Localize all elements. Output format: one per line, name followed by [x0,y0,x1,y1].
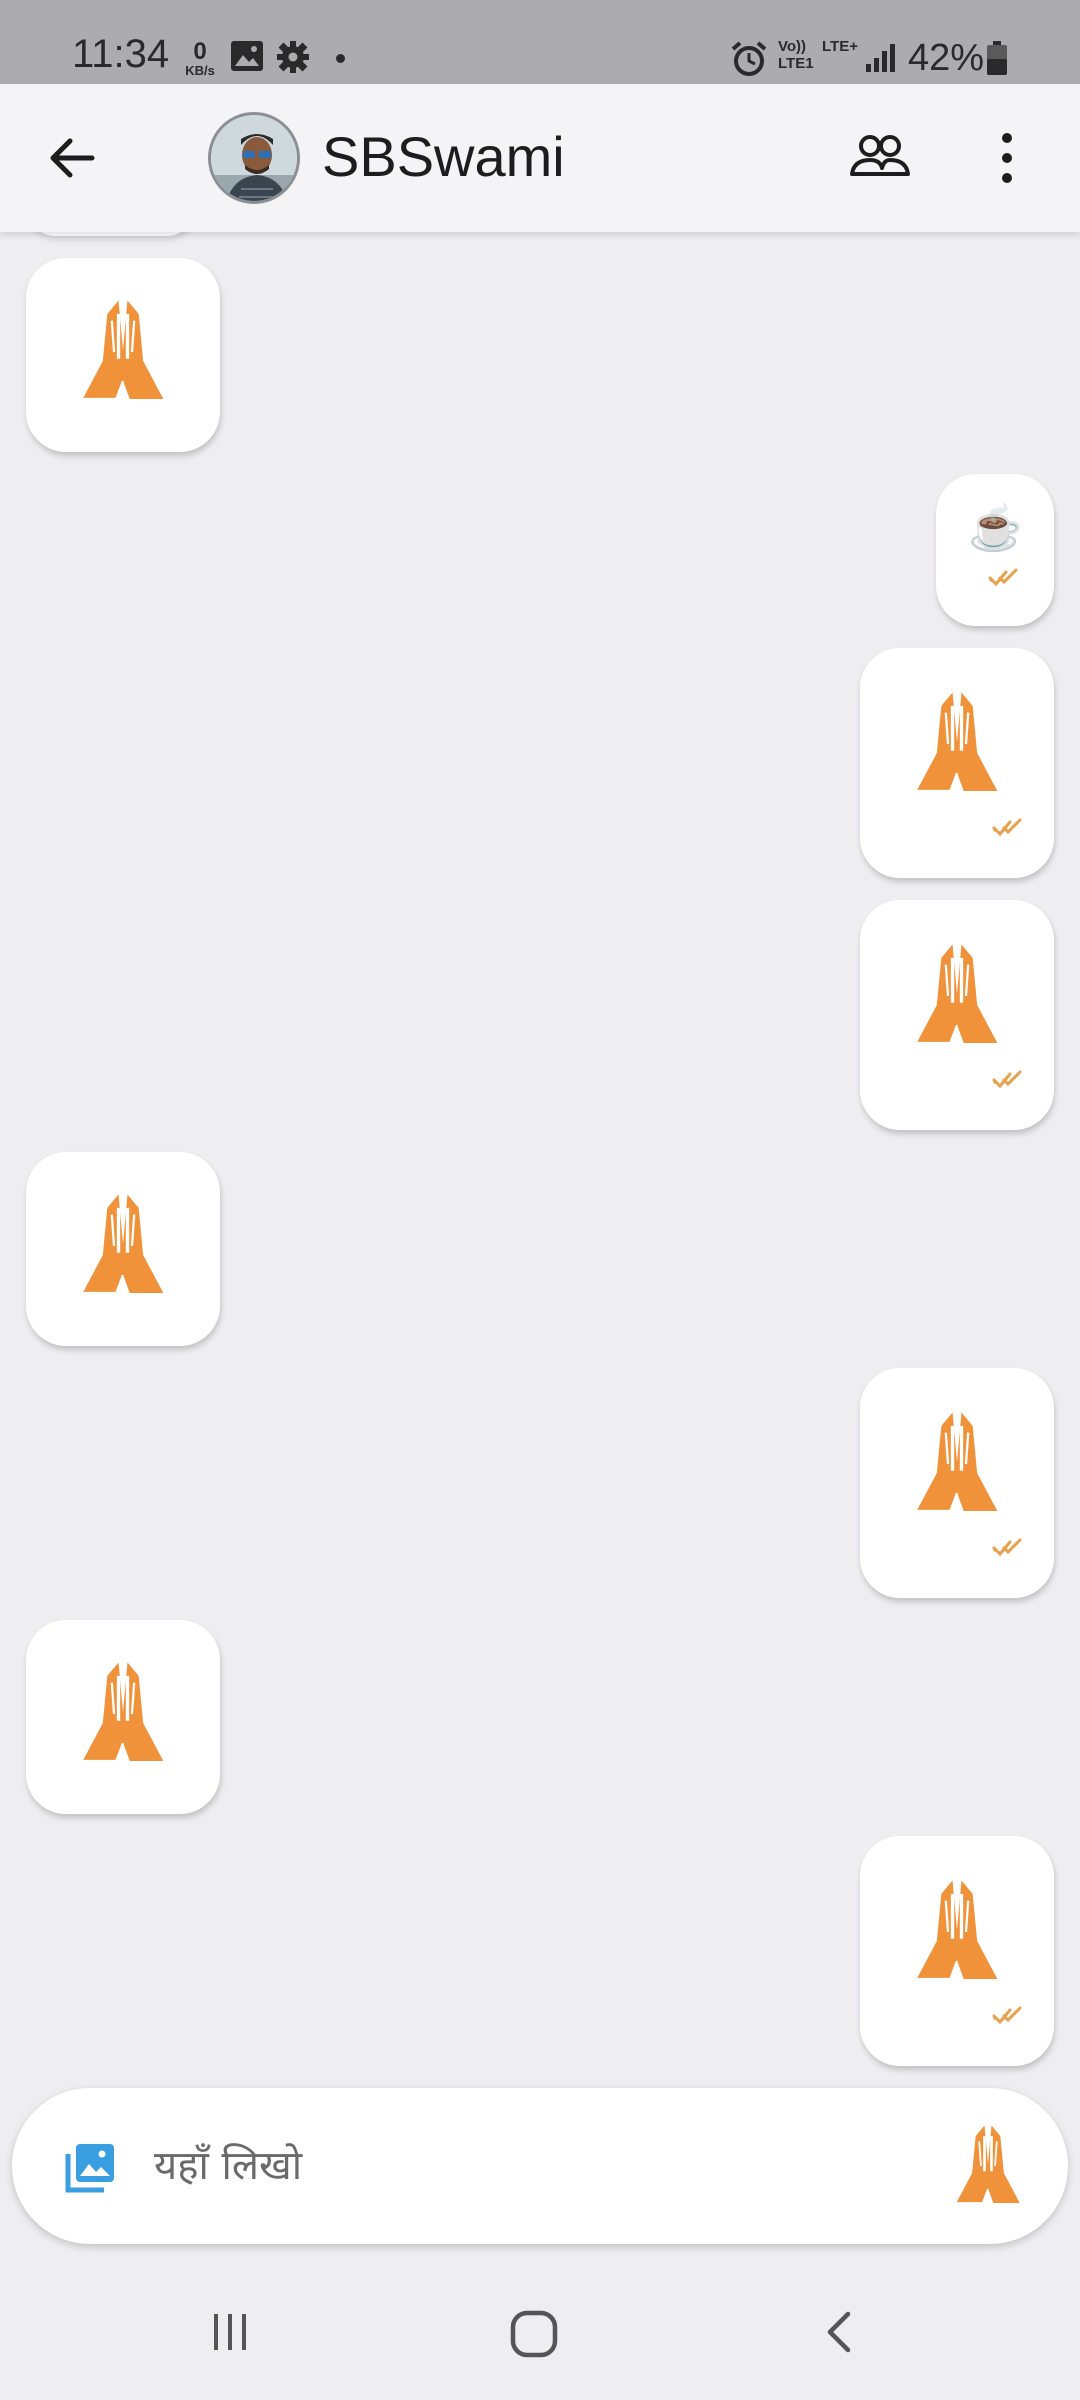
lte-indicator: LTE+ [822,38,858,55]
read-ticks-icon [988,568,1018,586]
message-bubble-outgoing[interactable] [860,900,1054,1130]
contact-name[interactable]: SBSwami [322,124,565,190]
folded-hands-emoji-icon [914,1878,1000,1981]
message-bubble-incoming[interactable] [26,1620,220,1814]
settings-icon [277,41,309,73]
message-bubble-outgoing[interactable] [860,648,1054,878]
folded-hands-emoji-icon [914,942,1000,1045]
message-composer [12,2088,1068,2244]
status-bar: 11:34 0 KB/s Vo)) LTE1 LTE+ 42% [0,0,1080,84]
battery-percentage: 42% [908,37,985,79]
image-icon [231,41,263,71]
alarm-icon [731,41,767,76]
network-speed: 0 KB/s [185,38,215,78]
avatar[interactable] [208,112,300,204]
read-ticks-icon [992,2006,1022,2024]
battery-icon [987,41,1007,75]
folded-hands-send-icon[interactable] [944,2118,1032,2214]
message-input[interactable] [154,2136,914,2196]
message-bubble-incoming[interactable] [26,1152,220,1346]
system-nav-bar [0,2270,1080,2400]
message-bubble-outgoing[interactable] [860,1836,1054,2066]
clock: 11:34 [72,32,170,76]
message-text: ☕ [968,504,1023,553]
home-icon[interactable] [508,2308,560,2360]
more-vert-icon[interactable] [988,128,1026,188]
chat-header: SBSwami [0,84,1080,232]
back-arrow-icon[interactable] [44,130,100,186]
folded-hands-emoji-icon [914,690,1000,793]
folded-hands-emoji-icon [81,1660,166,1763]
signal-icon [866,44,895,72]
read-ticks-icon [992,1538,1022,1556]
folded-hands-emoji-icon [914,1410,1000,1513]
notification-dot [336,54,345,63]
back-icon[interactable] [818,2308,858,2356]
folded-hands-emoji-icon [81,298,166,401]
read-ticks-icon [992,818,1022,836]
folded-hands-emoji-icon [81,1192,166,1295]
avatar-image [211,115,297,201]
message-bubble-outgoing[interactable]: ☕ [936,474,1054,626]
recents-icon[interactable] [206,2308,254,2356]
gallery-icon[interactable] [62,2140,118,2196]
volte-indicator: Vo)) LTE1 [778,38,814,72]
read-ticks-icon [992,1070,1022,1088]
message-bubble-outgoing[interactable] [860,1368,1054,1598]
message-bubble-incoming[interactable] [26,258,220,452]
group-icon[interactable] [848,130,912,186]
